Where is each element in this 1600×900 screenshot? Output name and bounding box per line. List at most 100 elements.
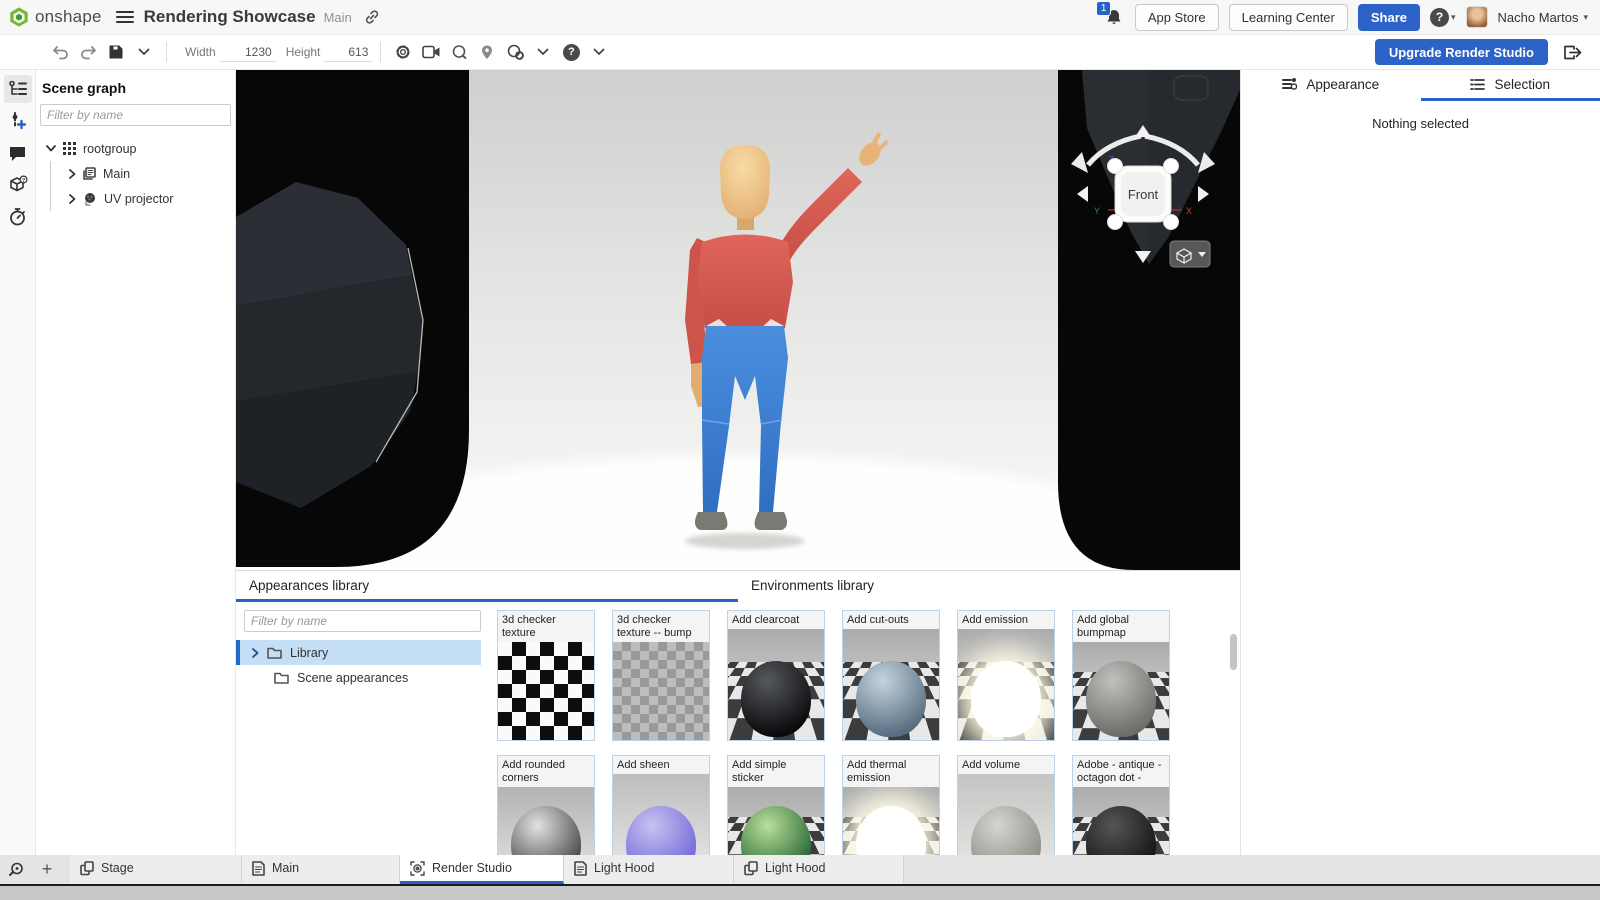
notifications-bell-icon[interactable]: 1 [1103, 6, 1125, 28]
appearance-card[interactable]: Add cut-outs [842, 610, 940, 741]
hamburger-menu-icon[interactable] [116, 10, 134, 24]
appearance-card-label: Adobe - antique - octagon dot - [1073, 756, 1169, 787]
appearance-card[interactable]: Add simple sticker [727, 755, 825, 855]
add-entity-icon[interactable] [4, 107, 32, 135]
library-tree-panel: Library Scene appearances [236, 602, 489, 855]
appearance-card[interactable]: Add sheen [612, 755, 710, 855]
appearance-card[interactable]: Add clearcoat [727, 610, 825, 741]
camera-icon[interactable] [417, 39, 445, 65]
appearance-thumbnail [1073, 642, 1169, 740]
tree-node-main[interactable]: Main [63, 161, 231, 186]
pin-icon[interactable] [473, 39, 501, 65]
document-icon [83, 167, 96, 180]
toolbar-divider [166, 42, 167, 62]
scene-graph-tree: rootgroup Main [40, 136, 231, 211]
scene-graph-icon[interactable] [4, 75, 32, 103]
appearance-card-label: Add simple sticker [728, 756, 824, 787]
appearance-card[interactable]: 3d checker texture -- bump [612, 610, 710, 741]
appearance-card-label: 3d checker texture -- bump [613, 611, 709, 642]
scene-graph-filter-input[interactable] [40, 104, 231, 126]
document-version[interactable]: Main [324, 10, 352, 25]
tab-environments-library[interactable]: Environments library [738, 571, 1240, 602]
document-tab-light-hood[interactable]: Light Hood [734, 855, 904, 884]
redo-button[interactable] [74, 39, 102, 65]
render-settings-icon[interactable] [501, 39, 529, 65]
undo-button[interactable] [46, 39, 74, 65]
appearance-card[interactable]: Add rounded corners [497, 755, 595, 855]
library-scrollbar[interactable] [1230, 634, 1237, 670]
textured-sphere-icon [83, 192, 97, 206]
appearance-card[interactable]: Add thermal emission [842, 755, 940, 855]
appearance-card[interactable]: 3d checker texture [497, 610, 595, 741]
scene-graph-panel: Scene graph rootgroup [36, 70, 236, 855]
appearance-card[interactable]: Add volume [957, 755, 1055, 855]
sign-out-icon[interactable] [1558, 39, 1586, 65]
appearance-thumbnail [728, 629, 824, 740]
library-filter-input[interactable] [244, 610, 481, 632]
render-sphere-icon[interactable] [445, 39, 473, 65]
view-cube-menu-button[interactable] [1170, 241, 1210, 267]
settings-gear-icon[interactable] [389, 39, 417, 65]
document-tab-main[interactable]: Main [242, 855, 400, 884]
help-menu-caret-icon[interactable] [585, 39, 613, 65]
render-menu-caret-icon[interactable] [529, 39, 557, 65]
document-tab-stage[interactable]: Stage [70, 855, 242, 884]
height-field[interactable] [324, 43, 372, 62]
chevron-down-icon[interactable] [46, 145, 56, 152]
tree-node-uv-projector[interactable]: UV projector [63, 186, 231, 211]
appearance-card-label: Add rounded corners [498, 756, 594, 787]
left-rail: ? [0, 70, 36, 855]
appearance-card-grid: 3d checker texture 3d checker texture -- … [489, 602, 1240, 855]
comments-icon[interactable] [4, 139, 32, 167]
app-store-button[interactable]: App Store [1135, 4, 1219, 31]
tab-selection[interactable]: Selection [1421, 70, 1600, 101]
onshape-logo[interactable]: onshape [8, 6, 102, 28]
chevron-right-icon[interactable] [252, 648, 259, 658]
appearance-thumbnail [728, 787, 824, 855]
chevron-right-icon[interactable] [69, 194, 76, 204]
appearance-thumbnail [958, 629, 1054, 740]
history-icon[interactable] [4, 203, 32, 231]
help-cube-icon[interactable]: ? [4, 171, 32, 199]
logo-text: onshape [35, 7, 102, 27]
user-menu[interactable]: Nacho Martos ▾ [1498, 10, 1588, 25]
upgrade-render-studio-button[interactable]: Upgrade Render Studio [1375, 39, 1548, 65]
render-studio-icon [410, 861, 425, 876]
link-icon[interactable] [364, 9, 380, 25]
toolbar-divider [380, 42, 381, 62]
tree-node-rootgroup[interactable]: rootgroup [40, 136, 231, 161]
library-tree-item-scene-appearances[interactable]: Scene appearances [236, 665, 481, 690]
appearance-card-label: Add sheen [613, 756, 709, 774]
right-light-hood-panel[interactable] [1058, 70, 1240, 570]
chevron-right-icon[interactable] [69, 169, 76, 179]
appearance-card[interactable]: Adobe - antique - octagon dot - [1072, 755, 1170, 855]
document-tab-label: Light Hood [765, 861, 825, 875]
help-menu[interactable]: ? ▾ [1430, 8, 1456, 27]
axis-x-label: X [1186, 206, 1192, 216]
toolbar-help-icon[interactable]: ? [557, 39, 585, 65]
width-field[interactable] [220, 43, 276, 62]
document-tab-bar: + StageMainRender StudioLight HoodLight … [0, 855, 1600, 884]
tab-appearance[interactable]: Appearance [1241, 70, 1421, 101]
document-tab-render-studio[interactable]: Render Studio [400, 855, 564, 884]
appearance-thumbnail [498, 642, 594, 740]
user-avatar[interactable] [1466, 6, 1488, 28]
learning-center-button[interactable]: Learning Center [1229, 4, 1348, 31]
save-menu-caret-icon[interactable] [130, 39, 158, 65]
tab-appearances-library[interactable]: Appearances library [236, 571, 738, 602]
render-viewport[interactable]: X Y Z Front [236, 70, 1240, 570]
document-tab-light-hood[interactable]: Light Hood [564, 855, 734, 884]
assembly-icon [744, 861, 758, 876]
library-tree-item-library[interactable]: Library [236, 640, 481, 665]
add-tab-button[interactable]: + [32, 855, 62, 884]
search-tabs-icon[interactable] [0, 855, 32, 884]
tree-node-label: rootgroup [83, 142, 137, 156]
appearance-thumbnail [498, 787, 594, 855]
appearance-card[interactable]: Add emission [957, 610, 1055, 741]
appearance-card[interactable]: Add global bumpmap [1072, 610, 1170, 741]
top-bar: onshape Rendering Showcase Main 1 App St… [0, 0, 1600, 35]
help-icon: ? [1430, 8, 1449, 27]
share-button[interactable]: Share [1358, 4, 1420, 31]
save-button[interactable] [102, 39, 130, 65]
left-softbox-panel[interactable] [236, 70, 469, 567]
